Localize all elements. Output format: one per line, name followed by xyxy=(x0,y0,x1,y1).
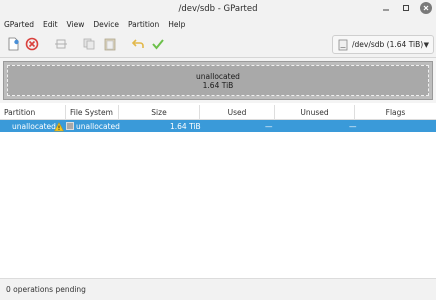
window-title: /dev/sdb - GParted xyxy=(178,3,258,14)
menu-partition[interactable]: Partition xyxy=(128,20,159,29)
cell-file-system: unallocated xyxy=(76,121,120,131)
apply-icon xyxy=(152,39,164,50)
disk-map-frame: unallocated 1.64 TiB xyxy=(3,61,433,100)
resize-move-button[interactable] xyxy=(54,37,68,51)
copy-icon xyxy=(83,38,95,50)
minimize-icon xyxy=(383,9,389,11)
paste-icon xyxy=(104,38,116,51)
column-header-flags[interactable]: Flags xyxy=(355,105,436,120)
minimize-button[interactable] xyxy=(380,2,392,14)
device-selector[interactable]: /dev/sdb (1.64 TiB) ▼ xyxy=(332,35,434,54)
maximize-icon xyxy=(403,5,409,11)
menu-edit[interactable]: Edit xyxy=(43,20,58,29)
menu-bar: GParted Edit View Device Partition Help xyxy=(0,17,436,31)
new-partition-button[interactable] xyxy=(6,37,20,51)
apply-button[interactable] xyxy=(151,37,165,51)
status-bar: 0 operations pending xyxy=(0,278,436,300)
menu-help[interactable]: Help xyxy=(168,20,185,29)
status-text: 0 operations pending xyxy=(6,285,86,294)
column-header-size[interactable]: Size xyxy=(119,105,200,120)
resize-move-icon xyxy=(55,39,67,49)
filesystem-color-swatch xyxy=(66,122,74,130)
partition-table-header: Partition File System Size Used Unused F… xyxy=(0,105,436,120)
cell-partition: unallocated xyxy=(12,121,56,131)
menu-device[interactable]: Device xyxy=(93,20,119,29)
close-icon xyxy=(423,5,429,11)
close-button[interactable] xyxy=(420,2,432,14)
undo-button[interactable] xyxy=(131,37,145,51)
column-header-used[interactable]: Used xyxy=(200,105,275,120)
disk-icon xyxy=(338,39,348,50)
disk-map: unallocated 1.64 TiB xyxy=(0,58,436,103)
column-header-file-system[interactable]: File System xyxy=(66,105,119,120)
menu-gparted[interactable]: GParted xyxy=(4,20,34,29)
segment-size: 1.64 TiB xyxy=(202,80,234,90)
cell-used: — xyxy=(265,121,273,131)
column-header-unused[interactable]: Unused xyxy=(275,105,355,120)
segment-label: unallocated xyxy=(196,71,240,81)
warning-icon xyxy=(54,121,64,133)
maximize-button[interactable] xyxy=(400,2,412,14)
title-bar: /dev/sdb - GParted xyxy=(0,0,436,17)
menu-view[interactable]: View xyxy=(67,20,85,29)
toolbar: /dev/sdb (1.64 TiB) ▼ xyxy=(0,31,436,58)
chevron-down-icon: ▼ xyxy=(423,41,429,49)
cell-size: 1.64 TiB xyxy=(170,121,201,131)
table-row[interactable]: unallocated unallocated 1.64 TiB — — xyxy=(0,120,436,132)
undo-icon xyxy=(131,39,144,48)
cell-unused: — xyxy=(349,121,357,131)
new-partition-icon xyxy=(8,37,19,51)
device-label: /dev/sdb (1.64 TiB) xyxy=(352,40,424,49)
copy-button[interactable] xyxy=(82,37,96,51)
column-header-partition[interactable]: Partition xyxy=(0,105,66,120)
delete-icon xyxy=(25,37,39,51)
delete-partition-button[interactable] xyxy=(25,37,39,51)
window-controls xyxy=(380,2,432,14)
unallocated-segment[interactable]: unallocated 1.64 TiB xyxy=(7,65,429,96)
paste-button[interactable] xyxy=(103,37,117,51)
